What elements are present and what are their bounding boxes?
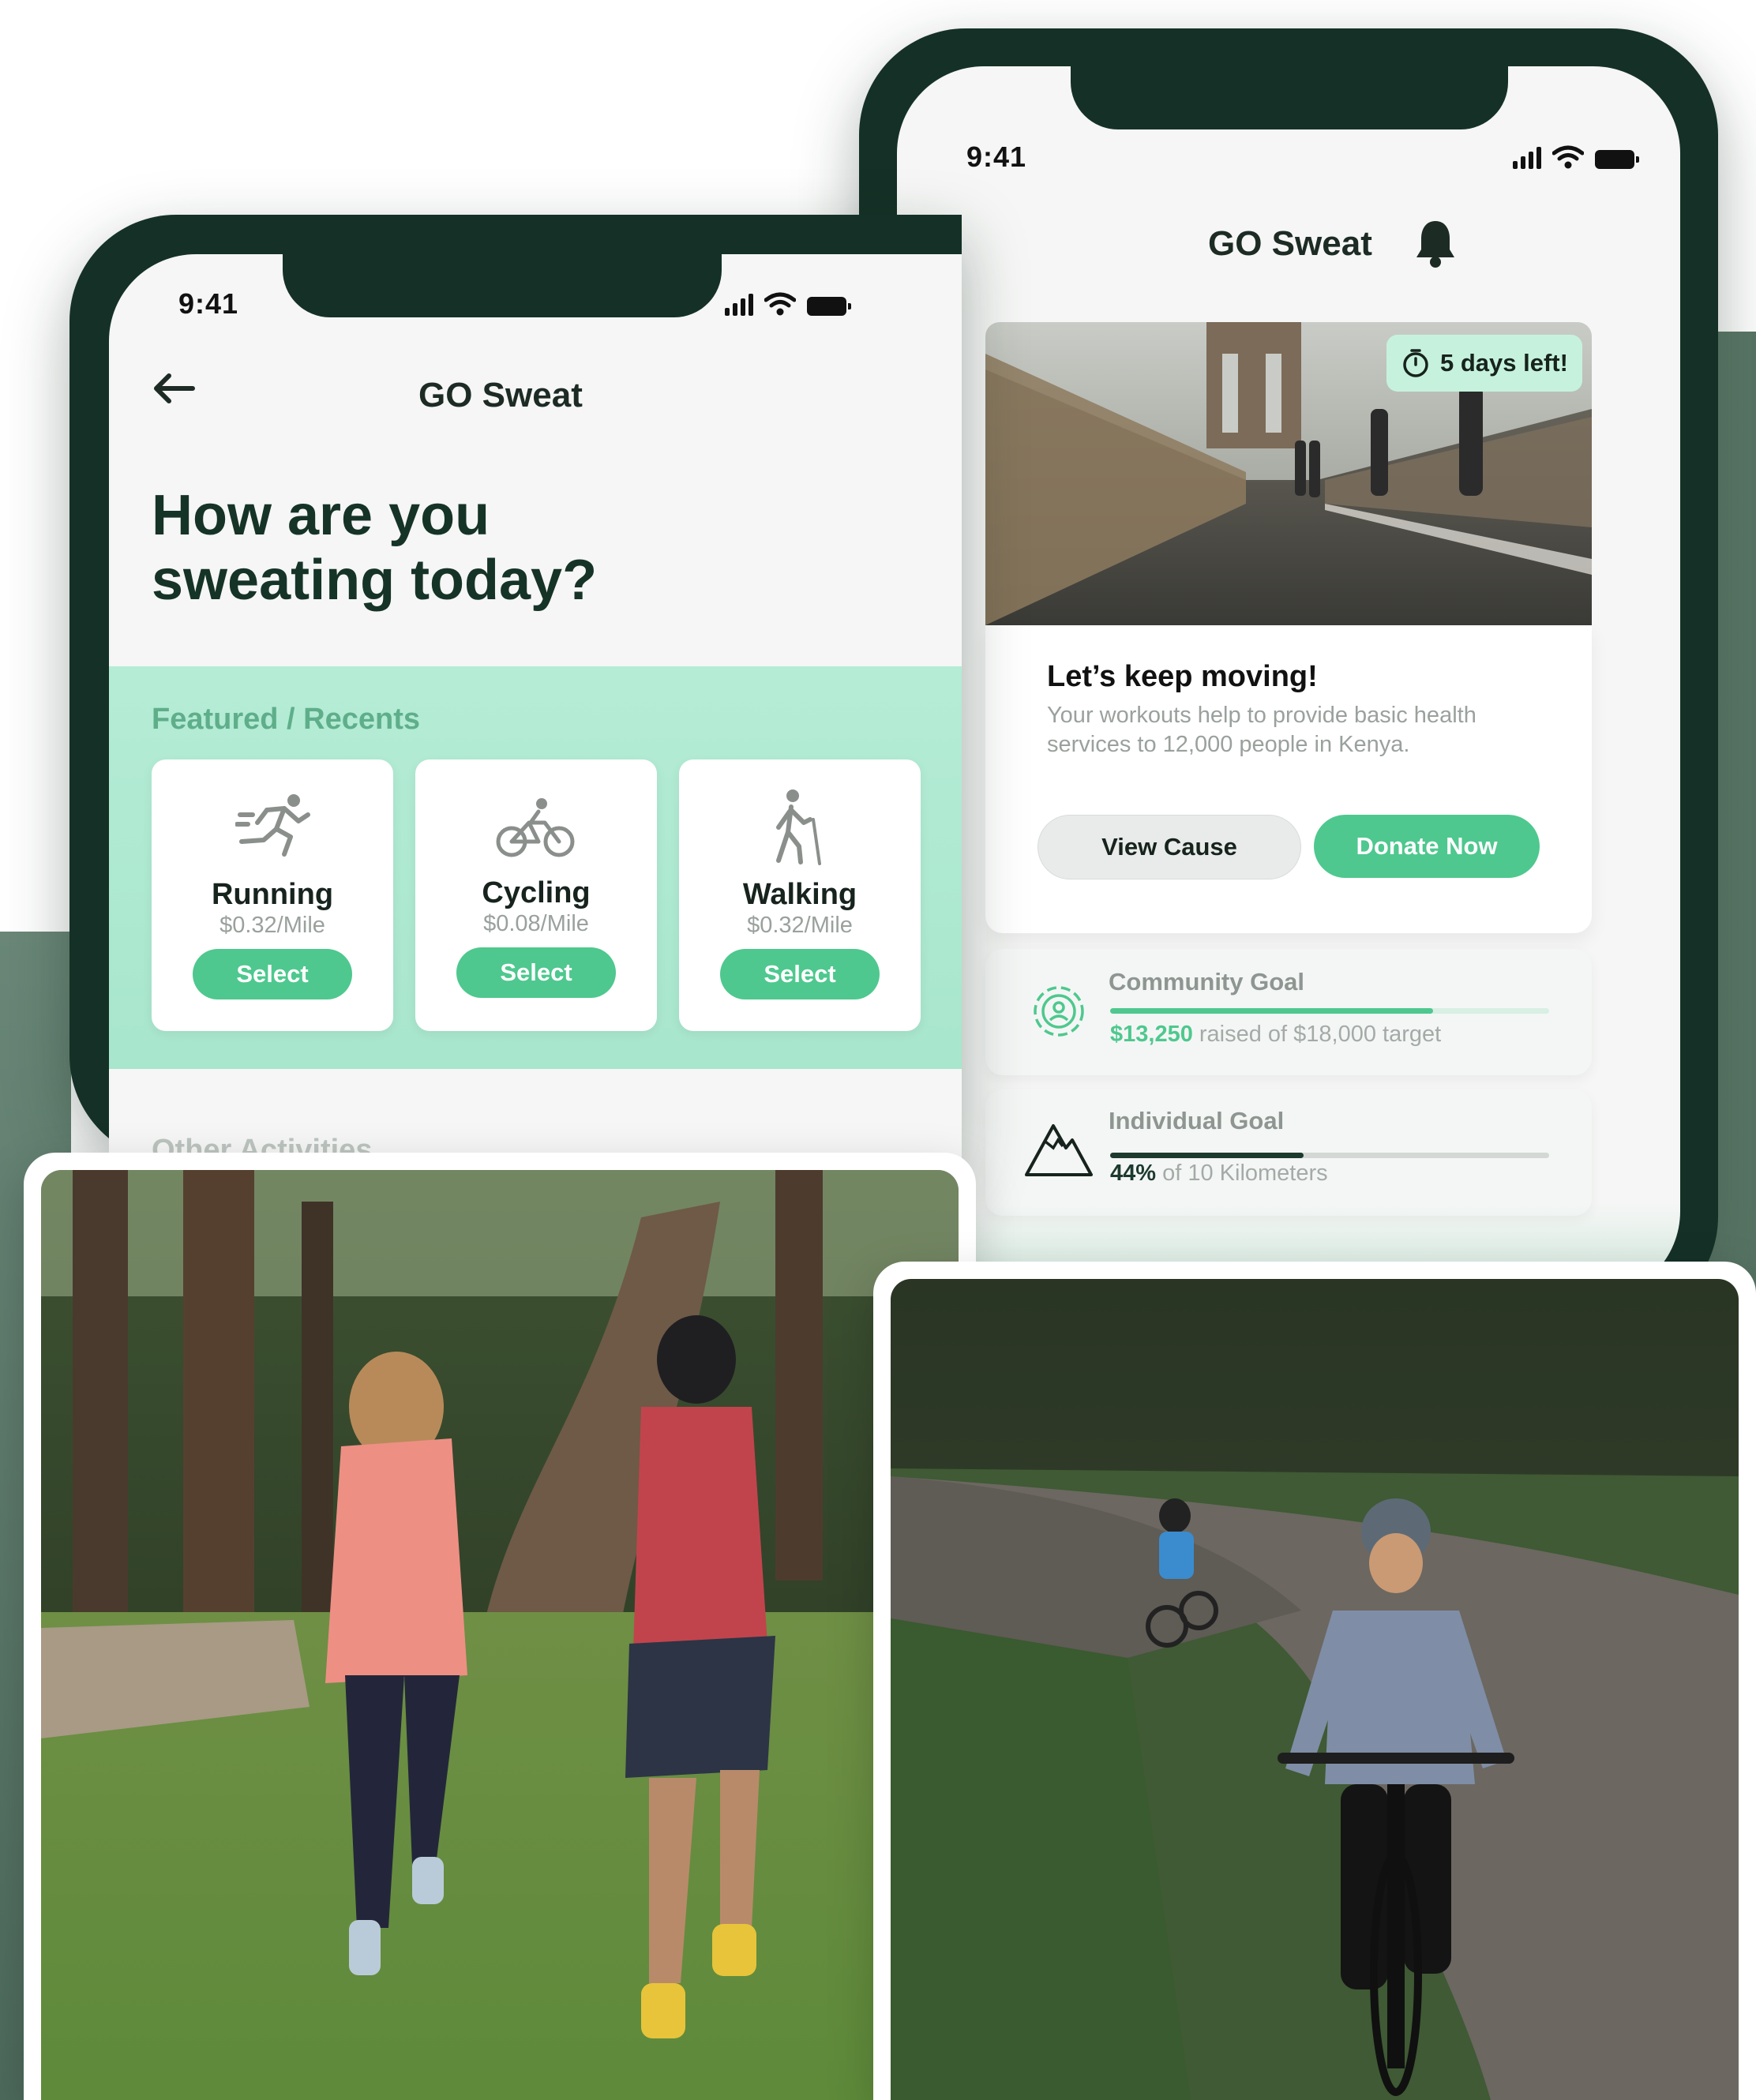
cycling-icon — [496, 798, 575, 857]
individual-goal-target: of 10 Kilometers — [1162, 1161, 1328, 1186]
donate-now-button[interactable]: Donate Now — [1314, 815, 1540, 878]
cause-description-line-2: services to 12,000 people in Kenya. — [1047, 732, 1410, 757]
activity-rate-walking: $0.32/Mile — [747, 913, 853, 938]
battery-icon — [1595, 150, 1639, 169]
individual-goal-progress — [1110, 1153, 1549, 1158]
headline-line-2: sweating today? — [152, 549, 598, 612]
walking-icon — [776, 789, 821, 865]
headline-line-1: How are you — [152, 484, 490, 547]
activity-name-walking: Walking — [742, 878, 857, 911]
activity-name-cycling: Cycling — [482, 876, 591, 909]
select-button-walking[interactable]: Select — [720, 949, 880, 999]
cause-description-line-1: Your workouts help to provide basic heal… — [1047, 703, 1476, 728]
individual-goal-title: Individual Goal — [1109, 1107, 1285, 1134]
activity-name-running: Running — [211, 878, 334, 911]
status-icons — [725, 292, 851, 316]
featured-label: Featured / Recents — [152, 703, 420, 736]
cause-title: Let’s keep moving! — [1047, 660, 1318, 693]
timer-badge: 5 days left! — [1386, 335, 1582, 392]
individual-goal-summary: 44% of 10 Kilometers — [1110, 1161, 1328, 1187]
battery-icon — [807, 297, 851, 316]
activity-rate-cycling: $0.08/Mile — [483, 911, 589, 936]
back-arrow-icon[interactable] — [152, 373, 196, 404]
timer-text: 5 days left! — [1440, 349, 1568, 377]
view-cause-button[interactable]: View Cause — [1037, 815, 1301, 879]
running-icon — [235, 794, 310, 857]
select-button-cycling[interactable]: Select — [456, 947, 616, 998]
left-phone-notch — [283, 254, 722, 317]
community-goal-raised: $13,250 — [1110, 1022, 1193, 1047]
cause-description: Your workouts help to provide basic heal… — [1047, 701, 1552, 759]
right-phone: 9:41 GO Sweat 5 days left! Let’s keep mo… — [859, 28, 1718, 1323]
cyclists-photo-frame — [873, 1262, 1756, 2100]
bell-icon[interactable] — [1413, 218, 1458, 268]
left-phone-screen: 9:41 GO Sweat How are you sweating today… — [109, 254, 962, 1162]
runners-photo — [41, 1170, 959, 2100]
runners-photo-frame — [24, 1153, 976, 2100]
community-goal-title: Community Goal — [1109, 968, 1305, 996]
community-goal-summary: $13,250 raised of $18,000 target — [1110, 1022, 1441, 1048]
right-phone-notch — [1071, 66, 1508, 129]
signal-icon — [725, 294, 753, 316]
status-time: 9:41 — [966, 141, 1027, 173]
wifi-icon — [764, 292, 796, 316]
community-icon — [1034, 986, 1084, 1037]
community-goal-progress — [1110, 1008, 1549, 1014]
select-button-running[interactable]: Select — [193, 949, 352, 999]
app-title: GO Sweat — [418, 376, 583, 414]
right-phone-screen: 9:41 GO Sweat 5 days left! Let’s keep mo… — [897, 66, 1680, 1298]
community-goal-target: raised of $18,000 target — [1199, 1022, 1442, 1047]
signal-icon — [1513, 147, 1541, 169]
activity-rate-running: $0.32/Mile — [220, 913, 325, 938]
left-phone: 9:41 GO Sweat How are you sweating today… — [69, 215, 962, 1162]
wifi-icon — [1552, 145, 1584, 169]
individual-goal-percent: 44% — [1110, 1161, 1157, 1186]
app-title: GO Sweat — [1208, 224, 1372, 263]
stopwatch-icon — [1403, 349, 1428, 377]
status-time: 9:41 — [178, 287, 239, 320]
page-headline: How are you sweating today? — [152, 483, 597, 613]
status-icons — [1513, 145, 1639, 169]
mountain-icon — [1025, 1124, 1093, 1176]
cyclists-photo — [891, 1279, 1739, 2100]
